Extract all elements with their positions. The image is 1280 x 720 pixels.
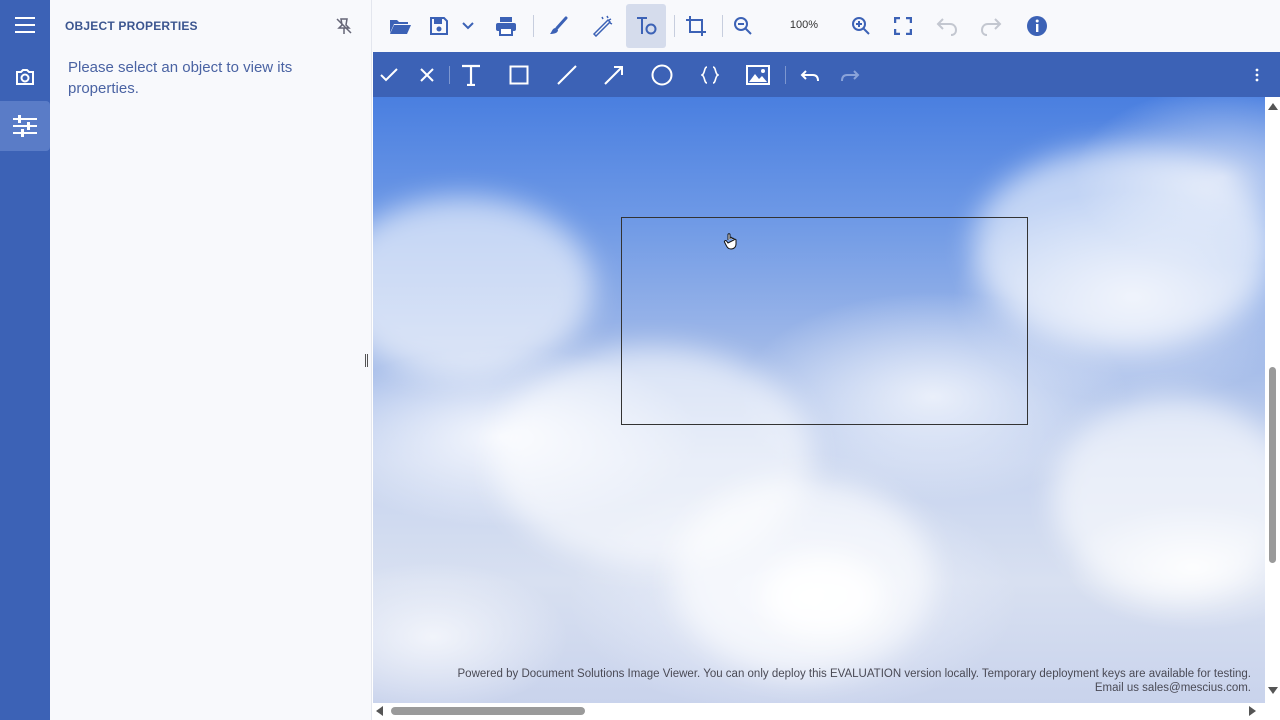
main-toolbar: 100%	[372, 0, 1280, 52]
unpin-icon	[336, 18, 352, 34]
evaluation-watermark: Powered by Document Solutions Image View…	[373, 667, 1251, 695]
text-tool-icon	[462, 64, 480, 86]
zoom-in-button[interactable]	[844, 4, 878, 48]
selection-rectangle[interactable]	[621, 217, 1028, 425]
image-tool-button[interactable]	[742, 60, 774, 90]
cloud-shape	[1053, 397, 1265, 597]
effects-icon	[592, 15, 613, 37]
scroll-up-icon[interactable]	[1268, 103, 1278, 110]
menu-icon	[15, 17, 35, 33]
horizontal-scroll-thumb[interactable]	[391, 707, 585, 715]
line-tool-icon	[557, 65, 577, 85]
undo-button[interactable]	[928, 4, 966, 48]
save-button[interactable]	[424, 4, 454, 48]
toolbar-separator	[722, 15, 723, 37]
brackets-tool-button[interactable]	[694, 60, 726, 90]
redo-icon	[841, 70, 860, 82]
unpin-button[interactable]	[334, 16, 354, 36]
rectangle-tool-button[interactable]	[503, 60, 535, 90]
properties-button[interactable]	[0, 101, 50, 151]
scroll-left-icon[interactable]	[376, 706, 383, 716]
object-undo-button[interactable]	[794, 60, 826, 90]
scroll-right-icon[interactable]	[1249, 706, 1256, 716]
crop-icon	[686, 16, 706, 36]
watermark-line-1: Powered by Document Solutions Image View…	[457, 668, 1251, 680]
scroll-down-icon[interactable]	[1268, 687, 1278, 694]
more-options-button[interactable]	[1241, 60, 1273, 90]
apply-button[interactable]	[373, 60, 405, 90]
watermark-line-2: Email us sales@mescius.com.	[1094, 682, 1251, 694]
info-button[interactable]	[1018, 4, 1056, 48]
object-redo-button[interactable]	[834, 60, 866, 90]
hand-cursor-icon	[723, 233, 737, 250]
redo-button[interactable]	[972, 4, 1010, 48]
camera-icon	[16, 69, 34, 85]
panel-title: OBJECT PROPERTIES	[65, 19, 198, 33]
crop-button[interactable]	[676, 4, 716, 48]
cancel-icon	[420, 68, 434, 82]
redo-icon	[980, 18, 1002, 36]
apply-icon	[380, 68, 398, 82]
paint-icon	[550, 16, 568, 34]
fullscreen-icon	[894, 17, 912, 35]
image-canvas[interactable]: Powered by Document Solutions Image View…	[373, 97, 1265, 703]
no-selection-message: Please select an object to view its prop…	[68, 59, 293, 97]
save-dropdown-button[interactable]	[456, 4, 480, 48]
zoom-level[interactable]: 100%	[774, 19, 834, 31]
text-tool-button[interactable]	[455, 60, 487, 90]
info-icon	[1027, 16, 1047, 36]
undo-icon	[800, 70, 819, 82]
toolbar-separator	[785, 66, 786, 84]
print-button[interactable]	[486, 4, 526, 48]
ellipse-tool-icon	[651, 64, 673, 86]
undo-icon	[936, 18, 958, 36]
zoom-out-icon	[734, 17, 752, 35]
chevron-down-icon	[462, 22, 474, 30]
rectangle-tool-icon	[509, 65, 529, 85]
menu-button[interactable]	[0, 0, 50, 50]
paint-button[interactable]	[538, 4, 578, 48]
object-properties-panel: OBJECT PROPERTIES Please select an objec…	[50, 0, 372, 720]
properties-icon	[13, 115, 37, 137]
vertical-scrollbar[interactable]	[1265, 97, 1280, 703]
fullscreen-button[interactable]	[886, 4, 920, 48]
arrow-tool-icon	[604, 66, 623, 85]
vertical-scroll-thumb[interactable]	[1269, 367, 1276, 563]
text-object-button[interactable]	[626, 4, 666, 48]
object-toolbar	[373, 52, 1280, 97]
print-icon	[496, 17, 516, 36]
horizontal-scrollbar[interactable]	[373, 703, 1280, 720]
toolbar-separator	[533, 15, 534, 37]
cloud-shape	[373, 197, 593, 377]
toolbar-separator	[674, 15, 675, 37]
ellipse-tool-button[interactable]	[646, 60, 678, 90]
text-object-icon	[637, 17, 657, 35]
save-icon	[430, 17, 448, 35]
cancel-button[interactable]	[411, 60, 443, 90]
brackets-tool-icon	[701, 66, 719, 84]
left-rail	[0, 0, 50, 720]
line-tool-button[interactable]	[551, 60, 583, 90]
open-button[interactable]	[380, 4, 420, 48]
panel-splitter[interactable]	[365, 354, 368, 367]
zoom-out-button[interactable]	[726, 4, 760, 48]
camera-button[interactable]	[0, 52, 50, 102]
image-tool-icon	[746, 65, 770, 85]
open-icon	[390, 20, 411, 34]
arrow-tool-button[interactable]	[598, 60, 630, 90]
zoom-in-icon	[852, 17, 870, 35]
toolbar-separator	[449, 66, 450, 84]
effects-button[interactable]	[582, 4, 622, 48]
cloud-shape	[763, 557, 883, 637]
more-icon	[1255, 68, 1259, 82]
